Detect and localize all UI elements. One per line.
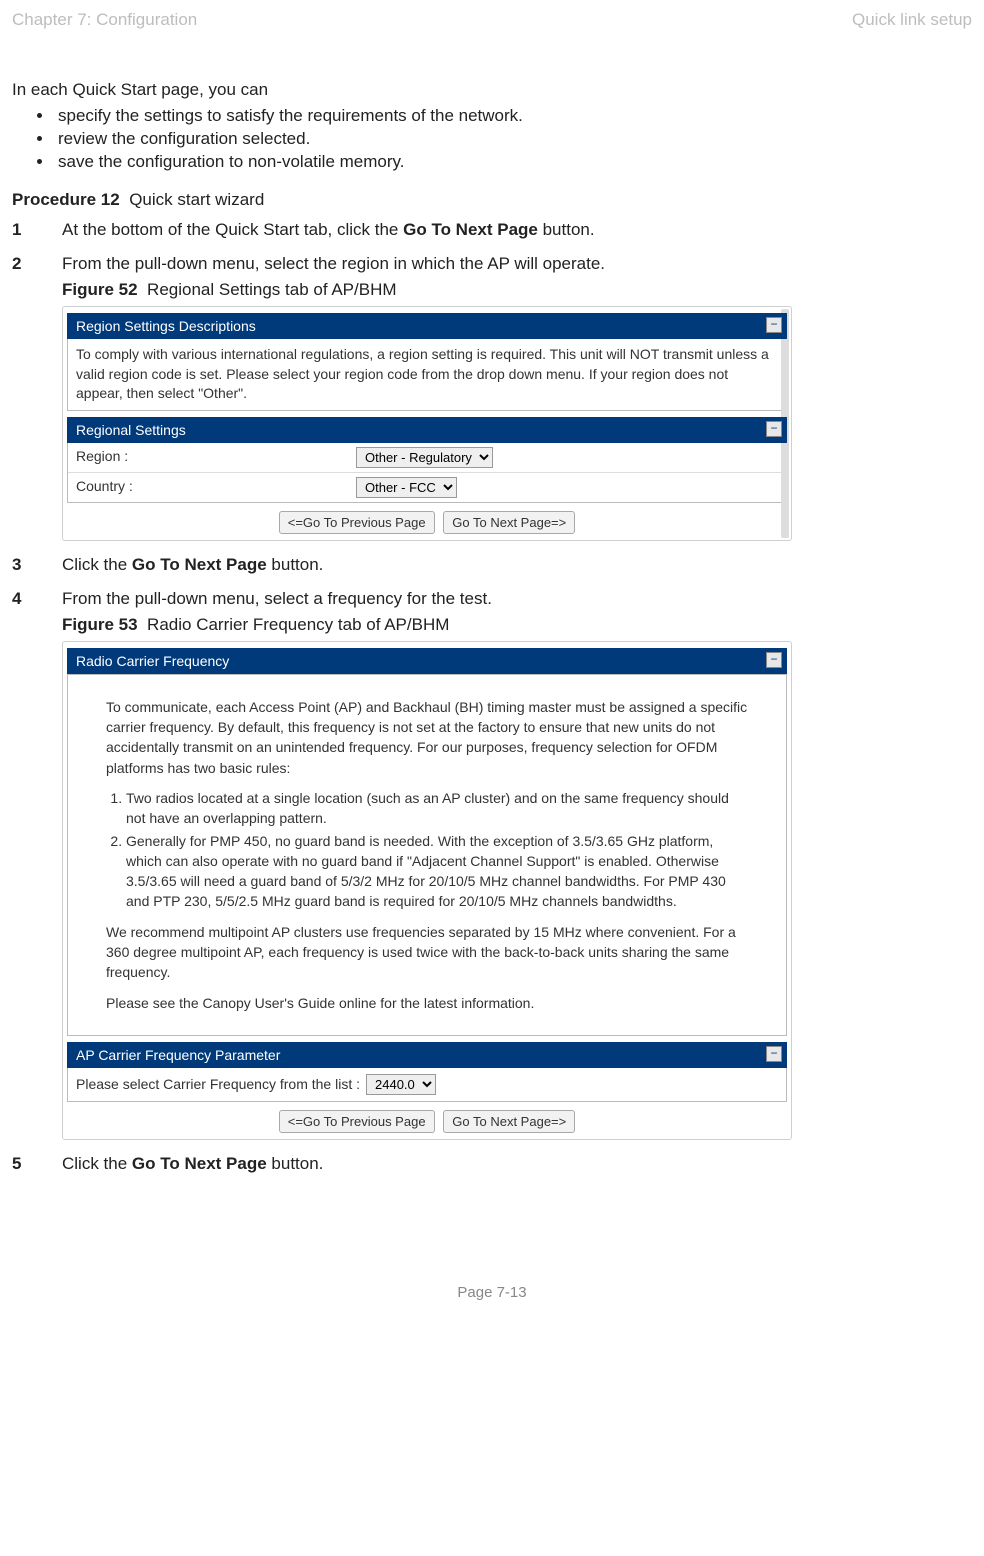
figure-53-screenshot: Radio Carrier Frequency − To communicate… [62, 641, 792, 1140]
step-text: button. [267, 1154, 324, 1173]
radio-carrier-seealso: Please see the Canopy User's Guide onlin… [106, 993, 748, 1013]
panel-title: Regional Settings [76, 422, 186, 438]
procedure-heading: Procedure 12 Quick start wizard [12, 190, 974, 210]
figure-label: Figure 52 [62, 280, 138, 299]
step-2: From the pull-down menu, select the regi… [12, 254, 974, 541]
go-to-previous-page-button[interactable]: <=Go To Previous Page [279, 1110, 435, 1133]
bullet-item: specify the settings to satisfy the requ… [54, 106, 974, 126]
step-5: Click the Go To Next Page button. [12, 1154, 974, 1174]
collapse-icon[interactable]: − [766, 421, 782, 437]
bullet-item: review the configuration selected. [54, 129, 974, 149]
intro-bullets: specify the settings to satisfy the requ… [12, 106, 974, 172]
radio-carrier-recommendation: We recommend multipoint AP clusters use … [106, 922, 748, 983]
panel-title: AP Carrier Frequency Parameter [76, 1047, 280, 1063]
bullet-item: save the configuration to non-volatile m… [54, 152, 974, 172]
rule-item: Generally for PMP 450, no guard band is … [126, 831, 748, 912]
step-text: button. [267, 555, 324, 574]
panel-title: Radio Carrier Frequency [76, 653, 229, 669]
go-to-next-page-button[interactable]: Go To Next Page=> [443, 511, 575, 534]
figure-52-caption: Figure 52 Regional Settings tab of AP/BH… [62, 280, 974, 300]
rule-item: Two radios located at a single location … [126, 788, 748, 829]
page-number: Page 7-13 [10, 1284, 974, 1301]
chapter-header: Chapter 7: Configuration [12, 10, 197, 30]
go-to-next-page-ref: Go To Next Page [132, 555, 267, 574]
collapse-icon[interactable]: − [766, 652, 782, 668]
radio-carrier-description: To communicate, each Access Point (AP) a… [106, 697, 748, 778]
figure-52-screenshot: Region Settings Descriptions − To comply… [62, 306, 792, 541]
procedure-title: Quick start wizard [129, 190, 264, 209]
figure-53-caption: Figure 53 Radio Carrier Frequency tab of… [62, 615, 974, 635]
country-select[interactable]: Other - FCC [356, 477, 457, 498]
figure-title: Regional Settings tab of AP/BHM [147, 280, 396, 299]
step-3: Click the Go To Next Page button. [12, 555, 974, 575]
section-header: Quick link setup [852, 10, 972, 30]
step-text: At the bottom of the Quick Start tab, cl… [62, 220, 403, 239]
go-to-next-page-ref: Go To Next Page [132, 1154, 267, 1173]
region-label: Region : [76, 447, 356, 467]
step-4: From the pull-down menu, select a freque… [12, 589, 974, 1140]
step-text: Click the [62, 555, 132, 574]
regional-settings-header: Regional Settings − [67, 417, 787, 443]
region-settings-descriptions-header: Region Settings Descriptions − [67, 313, 787, 339]
step-text: From the pull-down menu, select the regi… [62, 254, 605, 273]
intro-paragraph: In each Quick Start page, you can [12, 80, 974, 100]
go-to-next-page-ref: Go To Next Page [403, 220, 538, 239]
step-text: From the pull-down menu, select a freque… [62, 589, 492, 608]
go-to-next-page-button[interactable]: Go To Next Page=> [443, 1110, 575, 1133]
figure-label: Figure 53 [62, 615, 138, 634]
panel-title: Region Settings Descriptions [76, 318, 256, 334]
procedure-label: Procedure 12 [12, 190, 120, 209]
step-1: At the bottom of the Quick Start tab, cl… [12, 220, 974, 240]
go-to-previous-page-button[interactable]: <=Go To Previous Page [279, 511, 435, 534]
step-text: button. [538, 220, 595, 239]
region-select[interactable]: Other - Regulatory [356, 447, 493, 468]
carrier-frequency-label: Please select Carrier Frequency from the… [76, 1075, 366, 1095]
region-settings-descriptions-body: To comply with various international reg… [67, 339, 787, 411]
figure-title: Radio Carrier Frequency tab of AP/BHM [147, 615, 449, 634]
ap-carrier-frequency-parameter-header: AP Carrier Frequency Parameter − [67, 1042, 787, 1068]
carrier-frequency-select[interactable]: 2440.0 [366, 1074, 436, 1095]
collapse-icon[interactable]: − [766, 317, 782, 333]
step-text: Click the [62, 1154, 132, 1173]
country-label: Country : [76, 477, 356, 497]
collapse-icon[interactable]: − [766, 1046, 782, 1062]
radio-carrier-frequency-header: Radio Carrier Frequency − [67, 648, 787, 674]
